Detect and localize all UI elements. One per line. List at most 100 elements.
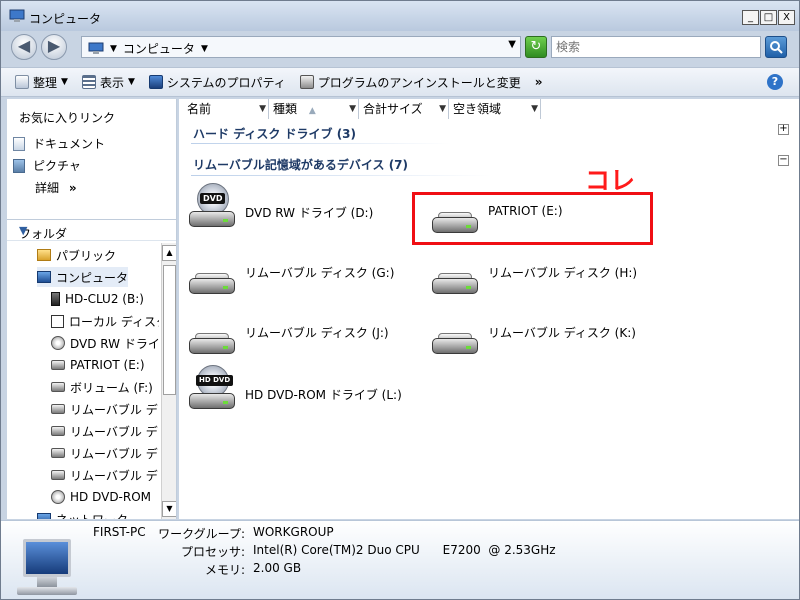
forward-button[interactable]: ▶: [41, 34, 67, 60]
annotation-highlight-box: [412, 192, 653, 245]
details-pane: FIRST-PC ワークグループ: WORKGROUP プロセッサ: Intel…: [1, 520, 799, 599]
tree-item-label: HD DVD-ROM: [70, 490, 152, 504]
search-box[interactable]: [551, 36, 761, 58]
tree-item-volume-f[interactable]: ボリューム (F:): [51, 377, 153, 397]
address-input[interactable]: ▼ コンピュータ ▼ ▼: [81, 36, 521, 58]
uninstall-program-button[interactable]: プログラムのアンインストールと変更: [299, 74, 521, 91]
removable-drive-icon: [51, 426, 65, 436]
tree-item-label: DVD RW ドライブ: [70, 336, 159, 351]
help-icon[interactable]: ?: [767, 74, 783, 90]
breadcrumb-arrow[interactable]: ▼: [110, 44, 117, 54]
expand-group-button[interactable]: +: [778, 124, 789, 135]
removable-drive-icon: [189, 324, 235, 354]
computer-icon: [9, 9, 25, 22]
disc-label: HD DVD: [196, 375, 234, 386]
column-header-total-size[interactable]: 合計サイズ ▼: [359, 99, 449, 119]
chevron-down-icon[interactable]: ▼: [439, 99, 446, 119]
collapse-group-button[interactable]: −: [778, 155, 789, 166]
tree-item-removable[interactable]: リムーバブル デ: [51, 399, 158, 419]
favorite-link-documents[interactable]: ドキュメント: [13, 135, 105, 152]
tree-item-dvd-rw[interactable]: DVD RW ドライブ: [51, 333, 159, 353]
column-header-free-space[interactable]: 空き領域 ▼: [449, 99, 541, 119]
chevron-down-icon[interactable]: ▼: [259, 99, 266, 119]
search-button[interactable]: [765, 36, 787, 58]
drive-dvd-rw-d[interactable]: DVD DVD RW ドライブ (D:): [189, 183, 373, 227]
close-button[interactable]: X: [778, 10, 795, 25]
tree-item-network[interactable]: ネットワーク: [37, 509, 128, 519]
favorite-link-pictures[interactable]: ピクチャ: [13, 157, 81, 174]
favorite-link-label: ドキュメント: [33, 137, 106, 151]
tree-item-removable[interactable]: リムーバブル デ: [51, 443, 158, 463]
drive-label: リムーバブル ディスク (G:): [245, 265, 395, 280]
removable-drive-icon: [51, 448, 65, 458]
title-bar: コンピュータ _ □ X: [1, 1, 799, 31]
folders-header[interactable]: フォルダ ▼: [7, 219, 176, 241]
folder-tree-scrollbar[interactable]: ▲ ▼: [161, 243, 176, 519]
tree-item-label: リムーバブル デ: [70, 468, 158, 483]
chevron-down-icon: ▼: [19, 224, 28, 237]
favorites-more-link[interactable]: 詳細 »: [35, 179, 77, 196]
tree-item-local-disk[interactable]: ローカル ディスク: [51, 311, 159, 331]
column-header-label: 種類: [273, 102, 298, 116]
tree-item-hd-dvd[interactable]: HD DVD-ROM: [51, 487, 151, 507]
system-properties-icon: [148, 75, 163, 89]
drive-label: リムーバブル ディスク (K:): [488, 325, 636, 340]
drive-removable-g[interactable]: リムーバブル ディスク (G:): [189, 264, 394, 294]
tree-item-removable[interactable]: リムーバブル デ: [51, 465, 158, 485]
back-button[interactable]: ◀: [11, 34, 37, 60]
removable-drive-icon: [432, 324, 478, 354]
hd-dvd-drive-icon: HD DVD: [189, 365, 235, 409]
chevron-down-icon: ▼: [61, 77, 68, 87]
chevron-down-icon[interactable]: ▼: [531, 99, 538, 119]
tree-item-patriot[interactable]: PATRIOT (E:): [51, 355, 145, 375]
tree-item-public[interactable]: パブリック: [37, 245, 116, 265]
chevron-down-icon[interactable]: ▼: [349, 99, 356, 119]
views-button[interactable]: 表示 ▼: [81, 74, 135, 91]
drive-removable-h[interactable]: リムーバブル ディスク (H:): [432, 264, 637, 294]
removable-drive-icon: [51, 360, 65, 370]
drive-removable-j[interactable]: リムーバブル ディスク (J:): [189, 324, 389, 354]
search-input[interactable]: [552, 37, 760, 57]
drive-label: リムーバブル ディスク (H:): [488, 265, 638, 280]
scroll-thumb[interactable]: [163, 265, 176, 395]
removable-drive-icon: [51, 404, 65, 414]
tree-item-removable[interactable]: リムーバブル デ: [51, 421, 158, 441]
column-header-name[interactable]: 名前 ▼: [183, 99, 269, 119]
explorer-window: コンピュータ _ □ X ◀ ▶ ▼ コンピュータ ▼ ▼ ↻ 検索 整理 ▼ …: [0, 0, 800, 600]
more-label: 詳細: [35, 181, 60, 195]
uninstall-program-label: プログラムのアンインストールと変更: [317, 75, 521, 90]
tree-item-label: リムーバブル デ: [70, 446, 158, 461]
drive-hd-dvd-l[interactable]: HD DVD HD DVD-ROM ドライブ (L:): [189, 365, 402, 409]
drive-label: リムーバブル ディスク (J:): [245, 325, 389, 340]
scroll-down-arrow-icon[interactable]: ▼: [162, 501, 176, 517]
column-header-label: 空き領域: [453, 102, 502, 116]
minimize-button[interactable]: _: [742, 10, 759, 25]
volume-icon: [51, 382, 65, 392]
removable-drive-icon: [51, 470, 65, 480]
column-header-type[interactable]: 種類 ▲ ▼: [269, 99, 359, 119]
programs-icon: [299, 75, 314, 89]
address-history-dropdown[interactable]: ▼: [508, 39, 516, 50]
system-properties-label: システムのプロパティ: [166, 75, 286, 90]
organize-button[interactable]: 整理 ▼: [15, 74, 68, 91]
group-header-removable[interactable]: リムーバブル記憶域があるデバイス (7): [193, 156, 408, 173]
network-icon: [37, 513, 51, 519]
computer-icon: [88, 42, 104, 54]
group-header-hard-disks[interactable]: ハード ディスク ドライブ (3): [193, 125, 356, 142]
organize-icon: [15, 75, 29, 89]
more-commands-button[interactable]: »: [535, 75, 543, 89]
maximize-button[interactable]: □: [760, 10, 777, 25]
tree-item-computer[interactable]: コンピュータ: [37, 267, 129, 287]
memory-label: メモリ:: [204, 563, 245, 577]
refresh-button[interactable]: ↻: [525, 36, 547, 58]
breadcrumb-arrow[interactable]: ▼: [201, 44, 208, 54]
drive-removable-k[interactable]: リムーバブル ディスク (K:): [432, 324, 636, 354]
address-bar: ◀ ▶ ▼ コンピュータ ▼ ▼ ↻: [1, 31, 799, 65]
organize-label: 整理: [33, 75, 58, 90]
dvd-drive-icon: [51, 336, 65, 350]
breadcrumb-computer[interactable]: コンピュータ: [123, 40, 195, 57]
tree-item-hd-clu2[interactable]: HD-CLU2 (B:): [51, 289, 144, 309]
scroll-up-arrow-icon[interactable]: ▲: [162, 245, 176, 261]
removable-drive-icon: [189, 264, 235, 294]
system-properties-button[interactable]: システムのプロパティ: [148, 74, 286, 91]
